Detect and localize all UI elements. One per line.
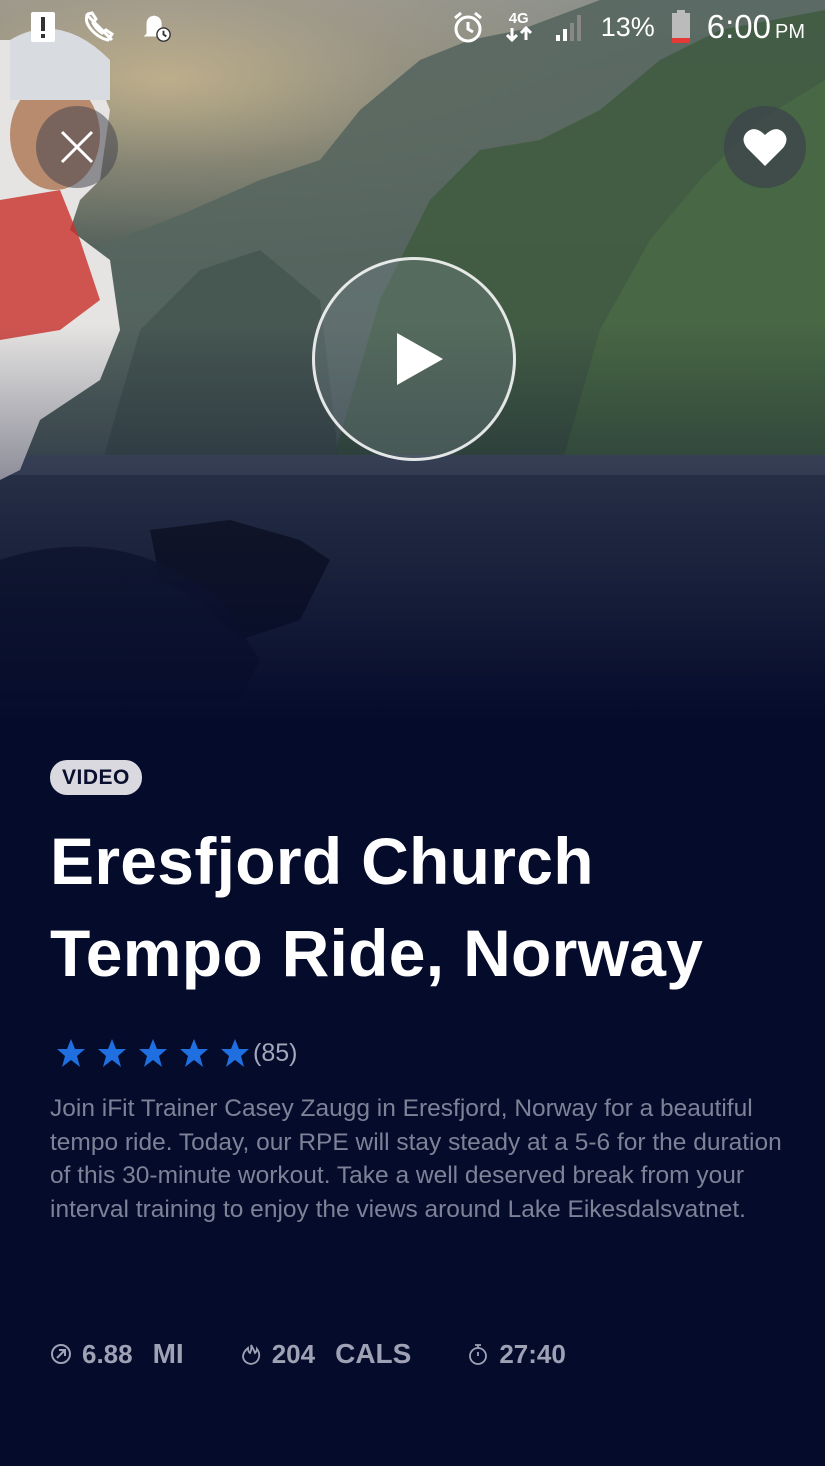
close-icon — [60, 130, 94, 164]
title-line-2: Tempo Ride, Norway — [50, 916, 704, 990]
rating[interactable]: (85) — [56, 1038, 297, 1068]
duration-stat: 27:40 — [467, 1339, 566, 1370]
calories-unit: CALS — [335, 1338, 412, 1369]
network-4g-icon: 4G — [499, 10, 539, 44]
distance-icon — [51, 1344, 71, 1364]
status-clock: 6:00 PM — [706, 8, 805, 45]
star-icon — [139, 1039, 167, 1067]
calories-stat: 204 CALS — [240, 1338, 412, 1370]
flame-icon — [241, 1344, 260, 1365]
star-icon — [57, 1039, 85, 1067]
status-bar: 4G 13% 6:00 PM — [0, 0, 825, 56]
duration-value: 27:40 — [499, 1338, 566, 1369]
play-video-button[interactable] — [312, 257, 516, 461]
star-icon — [180, 1039, 208, 1067]
workout-stats: 6.88 MI 204 CALS 27:40 — [50, 1338, 566, 1370]
workout-description: Join iFit Trainer Casey Zaugg in Eresfjo… — [50, 1095, 782, 1224]
calories-value: 204 — [271, 1338, 316, 1369]
stopwatch-icon — [469, 1344, 488, 1365]
heart-icon — [743, 129, 787, 166]
workout-title: Eresfjord Church Tempo Ride, Norway — [50, 815, 790, 999]
battery-icon — [669, 10, 693, 44]
favorite-button[interactable] — [724, 106, 806, 188]
media-type-badge: VIDEO — [50, 760, 142, 795]
alarm-clock-icon — [451, 10, 485, 44]
missed-call-icon — [82, 10, 116, 44]
rating-count: (85) — [253, 1038, 298, 1067]
title-line-1: Eresfjord Church — [50, 824, 594, 898]
signal-strength-icon — [553, 10, 587, 44]
distance-unit: MI — [152, 1338, 184, 1369]
play-icon — [397, 333, 443, 385]
workout-details: VIDEO Eresfjord Church Tempo Ride, Norwa… — [50, 760, 790, 1369]
alert-icon — [26, 10, 60, 44]
distance-value: 6.88 — [82, 1338, 133, 1369]
star-icon — [98, 1039, 126, 1067]
distance-stat: 6.88 MI — [50, 1338, 184, 1370]
close-button[interactable] — [36, 106, 118, 188]
star-icon — [221, 1039, 249, 1067]
alarm-bell-icon — [138, 10, 172, 44]
battery-percent: 13% — [600, 11, 655, 42]
